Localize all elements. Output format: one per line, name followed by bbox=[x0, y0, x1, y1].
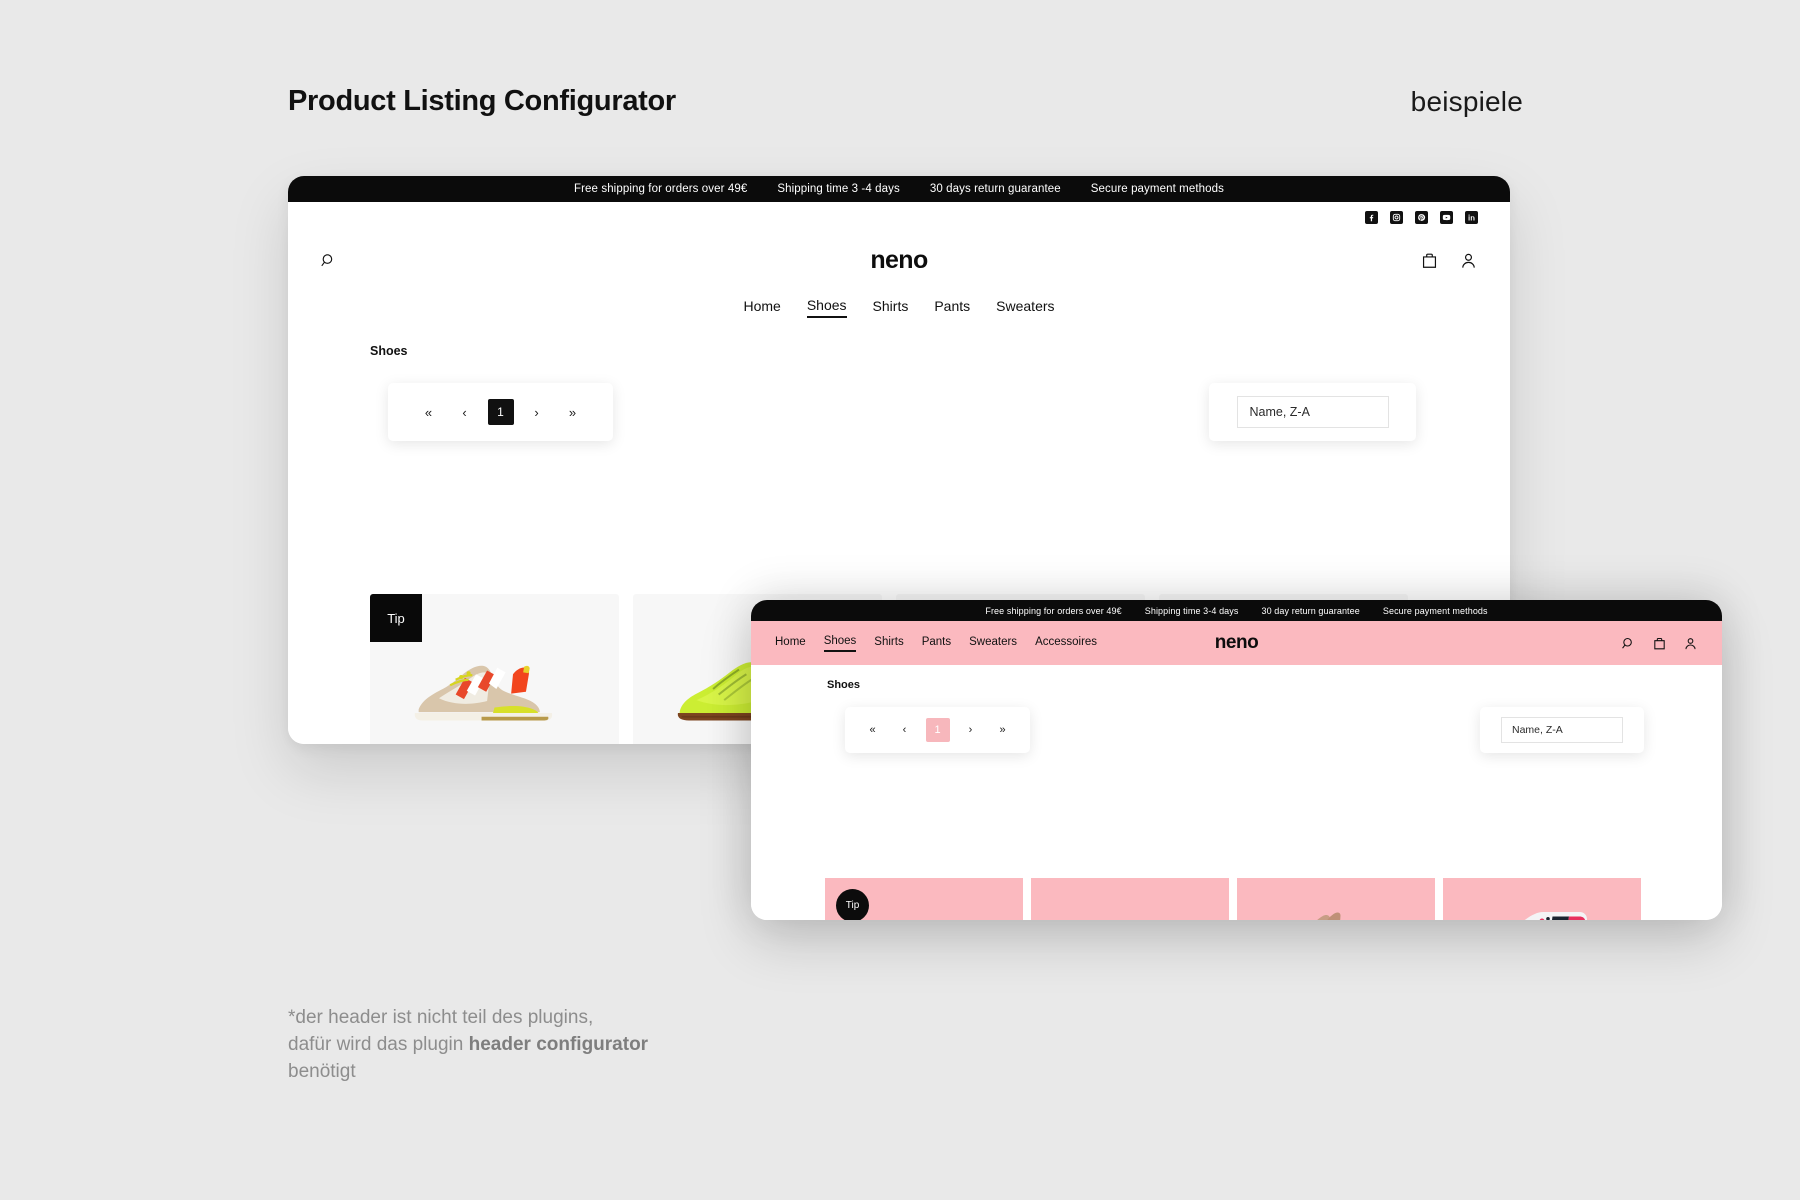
product-image bbox=[1237, 878, 1435, 920]
pagination: « ‹ 1 › » bbox=[388, 383, 613, 441]
product-card[interactable]: Fusion Sneaker €99.99 Add to shopping ca… bbox=[1443, 878, 1641, 920]
pagination-last[interactable]: » bbox=[992, 719, 1014, 741]
breadcrumb: Shoes bbox=[827, 679, 861, 691]
fusion-sneaker-image bbox=[1524, 912, 1587, 920]
nav-item-shirts[interactable]: Shirts bbox=[874, 636, 903, 651]
white-masthead: neno bbox=[288, 232, 1510, 288]
bag-icon[interactable] bbox=[1652, 636, 1667, 651]
nav-item-home[interactable]: Home bbox=[775, 636, 806, 651]
pagination: « ‹ 1 › » bbox=[845, 707, 1030, 753]
nav-item-pants[interactable]: Pants bbox=[922, 636, 951, 651]
announcement-item: Free shipping for orders over 49€ bbox=[574, 183, 748, 195]
product-card[interactable]: Generation New €210.00 Add to shopping c… bbox=[1237, 878, 1435, 920]
pagination-page-1[interactable]: 1 bbox=[487, 399, 514, 425]
pink-masthead: Home Shoes Shirts Pants Sweaters Accesso… bbox=[751, 621, 1722, 665]
announcement-item: Shipping time 3 -4 days bbox=[777, 183, 900, 195]
pink-storefront-window: Free shipping for orders over 49€ Shippi… bbox=[751, 600, 1722, 920]
sort-control-card: Name, Z-A bbox=[1209, 383, 1416, 441]
footnote-plugin-name: header configurator bbox=[468, 1033, 649, 1055]
pink-primary-nav: Home Shoes Shirts Pants Sweaters Accesso… bbox=[775, 635, 1097, 652]
pagination-prev[interactable]: ‹ bbox=[452, 399, 478, 425]
announcement-item: 30 days return guarantee bbox=[929, 183, 1061, 195]
nav-item-pants[interactable]: Pants bbox=[934, 298, 970, 317]
announcement-item: Shipping time 3-4 days bbox=[1144, 605, 1239, 616]
pink-masthead-actions bbox=[1621, 636, 1698, 651]
nav-item-home[interactable]: Home bbox=[743, 298, 780, 317]
nav-item-sweaters[interactable]: Sweaters bbox=[996, 298, 1054, 317]
social-links-row bbox=[288, 202, 1510, 232]
pinterest-icon[interactable] bbox=[1415, 210, 1428, 224]
sort-control-card: Name, Z-A bbox=[1480, 707, 1644, 753]
page-title: Product Listing Configurator bbox=[288, 85, 676, 117]
account-icon[interactable] bbox=[1683, 636, 1698, 651]
account-icon[interactable] bbox=[1459, 251, 1478, 270]
announcement-item: 30 day return guarantee bbox=[1261, 605, 1360, 616]
nav-item-shoes[interactable]: Shoes bbox=[806, 297, 847, 318]
announcement-item: Secure payment methods bbox=[1090, 183, 1224, 195]
sort-select[interactable]: Name, Z-A bbox=[1501, 717, 1623, 743]
nav-item-accessoires[interactable]: Accessoires bbox=[1035, 636, 1097, 651]
product-badge: Tip bbox=[370, 594, 422, 642]
nav-item-sweaters[interactable]: Sweaters bbox=[969, 636, 1017, 651]
product-card[interactable]: SPLY-350 Sports Sneaker €199.00 Add to s… bbox=[1031, 878, 1229, 920]
youtube-icon[interactable] bbox=[1440, 210, 1453, 224]
pagination-last[interactable]: » bbox=[560, 399, 586, 425]
page-kicker: beispiele bbox=[1410, 86, 1523, 117]
sort-select[interactable]: Name, Z-A bbox=[1236, 396, 1389, 428]
street-sneaker-image bbox=[849, 903, 999, 920]
announcement-bar: Free shipping for orders over 49€ Shippi… bbox=[288, 176, 1510, 202]
footnote-line-2: dafür wird das plugin header configurato… bbox=[288, 1032, 648, 1059]
pink-content-area: Shoes « ‹ 1 › » Name, Z-A Tip bbox=[751, 665, 1722, 920]
nav-item-shoes[interactable]: Shoes bbox=[823, 635, 857, 652]
product-image bbox=[1443, 878, 1641, 920]
announcement-bar: Free shipping for orders over 49€ Shippi… bbox=[751, 600, 1722, 621]
white-primary-nav: Home Shoes Shirts Pants Sweaters bbox=[288, 288, 1510, 326]
pagination-next[interactable]: › bbox=[960, 719, 982, 741]
linkedin-icon[interactable] bbox=[1465, 210, 1478, 224]
announcement-item: Free shipping for orders over 49€ bbox=[985, 605, 1122, 616]
pink-product-grid: Tip bbox=[825, 878, 1641, 920]
pagination-first[interactable]: « bbox=[416, 399, 442, 425]
facebook-icon[interactable] bbox=[1365, 210, 1378, 224]
product-badge: Tip bbox=[836, 889, 869, 920]
footnote-line-3: benötigt bbox=[288, 1060, 356, 1082]
generation-new-image bbox=[1317, 912, 1341, 920]
sports-sneaker-image: SPLY-350 bbox=[1055, 903, 1205, 920]
product-card[interactable]: Tip bbox=[370, 594, 619, 744]
search-icon[interactable] bbox=[1621, 636, 1636, 651]
site-logo[interactable]: neno bbox=[288, 246, 1510, 275]
footnote-line-1: *der header ist nicht teil des plugins, bbox=[288, 1007, 594, 1028]
product-image: SPLY-350 bbox=[1031, 878, 1229, 920]
announcement-item: Secure payment methods bbox=[1382, 605, 1488, 616]
search-icon[interactable] bbox=[320, 252, 337, 269]
product-card[interactable]: Tip bbox=[825, 878, 1023, 920]
white-masthead-actions bbox=[1420, 251, 1478, 270]
street-sneaker-image bbox=[414, 665, 553, 721]
nav-item-shirts[interactable]: Shirts bbox=[873, 298, 909, 317]
pagination-first[interactable]: « bbox=[862, 719, 884, 741]
pagination-prev[interactable]: ‹ bbox=[894, 719, 916, 741]
instagram-icon[interactable] bbox=[1390, 210, 1403, 224]
pagination-page-1[interactable]: 1 bbox=[925, 718, 950, 742]
pagination-next[interactable]: › bbox=[524, 399, 550, 425]
footnote: *der header ist nicht teil des plugins, … bbox=[288, 1005, 648, 1086]
breadcrumb: Shoes bbox=[370, 344, 408, 358]
footnote-line-2-prefix: dafür wird das plugin bbox=[288, 1033, 469, 1055]
bag-icon[interactable] bbox=[1420, 251, 1439, 270]
